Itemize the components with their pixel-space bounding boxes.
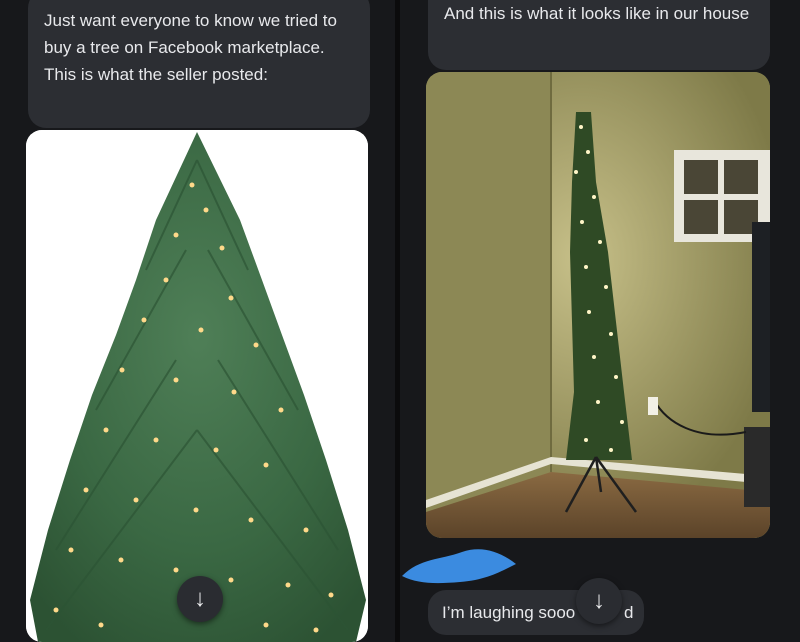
arrow-down-icon: ↓ [194,585,206,612]
reply-text-tail: d [624,603,634,622]
right-chat-panel: And this is what it looks like in our ho… [400,0,800,642]
skinny-tree-photo[interactable] [426,72,770,538]
message-bubble-left[interactable]: Just want everyone to know we tried to b… [28,0,370,128]
christmas-tree-photo[interactable] [26,130,368,642]
message-bubble-right[interactable]: And this is what it looks like in our ho… [428,0,770,70]
scroll-down-button[interactable]: ↓ [576,578,622,624]
reply-text: I’m laughing sooo [442,603,576,622]
left-chat-panel: Just want everyone to know we tried to b… [0,0,395,642]
room-with-tree-image [426,72,770,538]
message-text: And this is what it looks like in our ho… [444,4,750,23]
message-text: Just want everyone to know we tried to b… [44,11,337,84]
christmas-tree-image [26,130,368,642]
scroll-down-button[interactable]: ↓ [177,576,223,622]
arrow-down-icon: ↓ [593,587,605,614]
redaction-scribble [402,549,516,584]
